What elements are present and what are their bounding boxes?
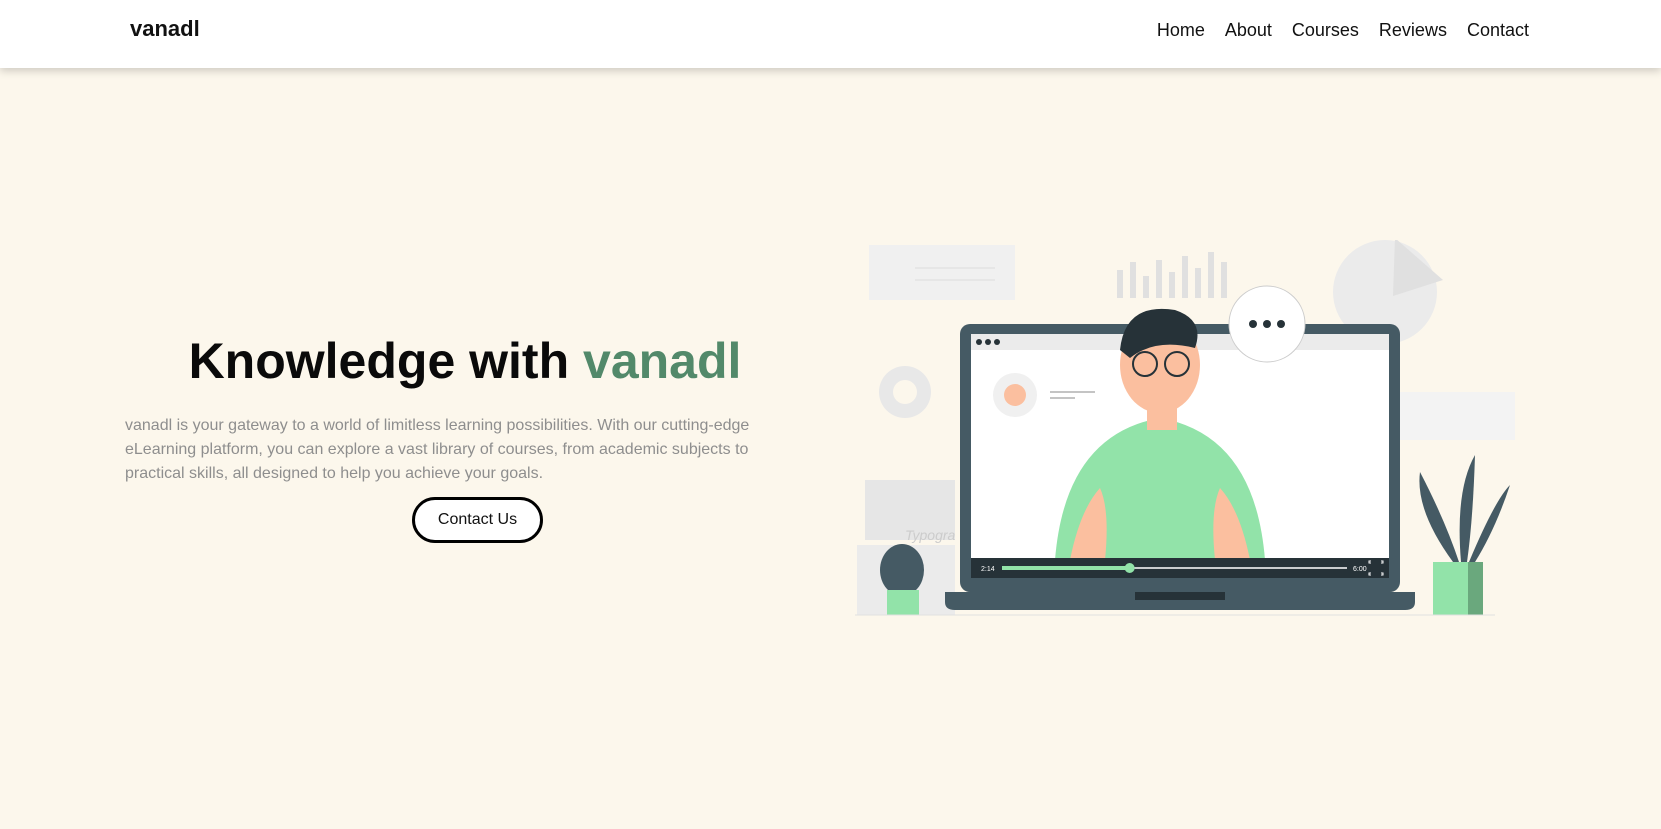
- cactus-icon: [880, 544, 924, 596]
- title-prefix: Knowledge with: [188, 333, 584, 389]
- nav-home[interactable]: Home: [1157, 20, 1205, 41]
- nav-links: Home About Courses Reviews Contact: [1157, 20, 1529, 41]
- nav-reviews[interactable]: Reviews: [1379, 20, 1447, 41]
- navbar: vanadl Home About Courses Reviews Contac…: [0, 0, 1661, 68]
- logo[interactable]: vanadl: [130, 16, 200, 42]
- hero-title: Knowledge with vanadl: [125, 332, 805, 390]
- video-total-time: 6:00: [1353, 566, 1367, 573]
- nav-courses[interactable]: Courses: [1292, 20, 1359, 41]
- video-current-time: 2:14: [981, 566, 995, 573]
- elearning-illustration: Typogra 2:14 6:00: [855, 240, 1515, 616]
- nav-contact[interactable]: Contact: [1467, 20, 1529, 41]
- nav-about[interactable]: About: [1225, 20, 1272, 41]
- video-scrubber[interactable]: [1124, 563, 1135, 573]
- book-text: Typogra: [905, 527, 956, 543]
- title-accent: vanadl: [583, 333, 742, 389]
- plant-icon: [1419, 455, 1510, 562]
- contact-us-button[interactable]: Contact Us: [412, 497, 543, 543]
- hero-description: vanadl is your gateway to a world of lim…: [125, 417, 750, 482]
